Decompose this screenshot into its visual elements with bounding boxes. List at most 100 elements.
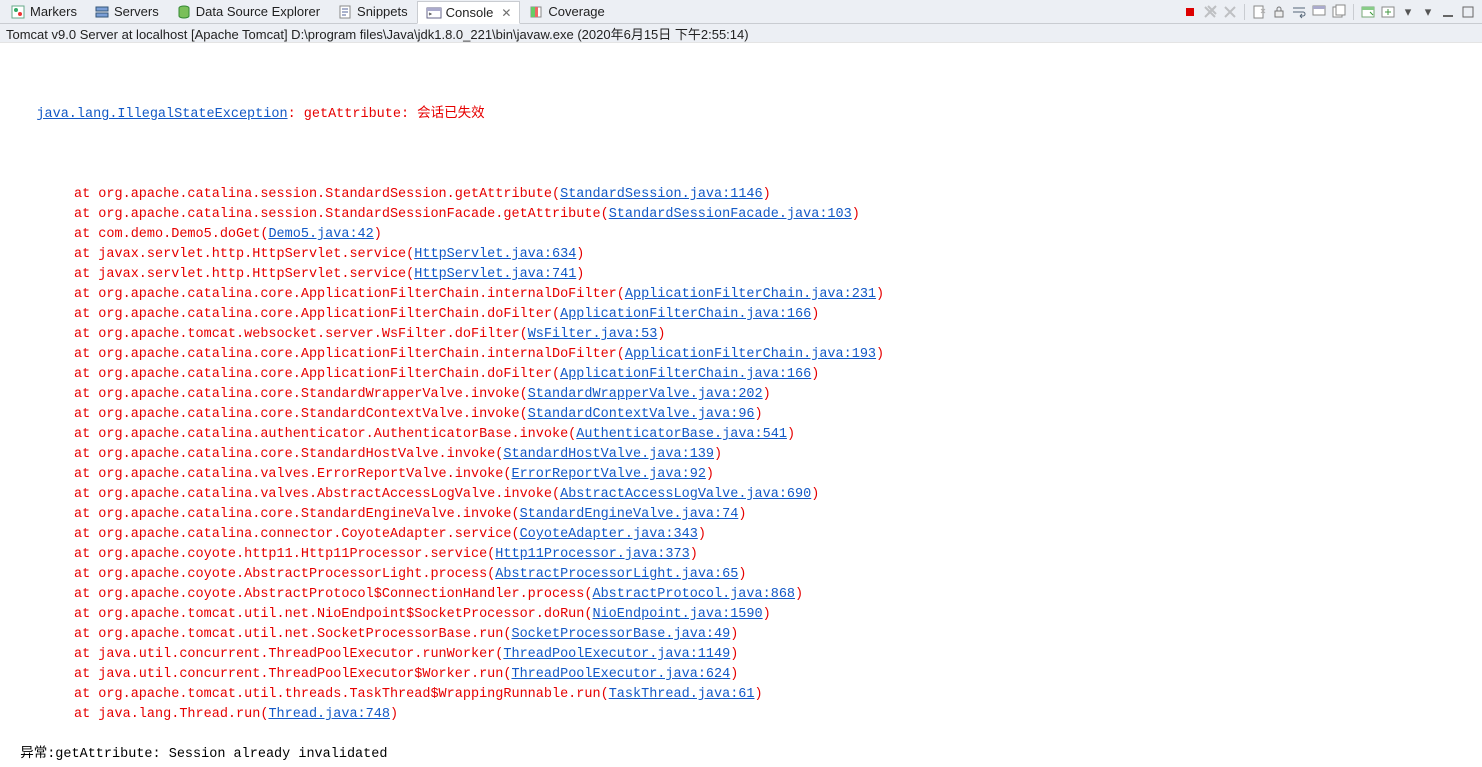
console-toolbar: ▾ ▾ bbox=[1182, 4, 1482, 20]
tab-datasource-explorer[interactable]: Data Source Explorer bbox=[168, 0, 329, 23]
stack-suffix: ) bbox=[576, 267, 584, 282]
stack-source-link[interactable]: HttpServlet.java:741 bbox=[414, 267, 576, 282]
tab-coverage[interactable]: Coverage bbox=[520, 0, 613, 23]
view-tab-bar: Markers Servers Data Source Explorer Sni… bbox=[0, 0, 1482, 24]
stack-suffix: ) bbox=[374, 227, 382, 242]
stacktrace-line: at org.apache.catalina.core.ApplicationF… bbox=[4, 305, 1478, 325]
exception-message: : getAttribute: 会话已失效 bbox=[288, 107, 485, 122]
stack-source-link[interactable]: HttpServlet.java:634 bbox=[414, 247, 576, 262]
view-menu-icon[interactable]: ▾ bbox=[1420, 4, 1436, 20]
stack-source-link[interactable]: StandardSessionFacade.java:103 bbox=[609, 207, 852, 222]
stack-source-link[interactable]: NioEndpoint.java:1590 bbox=[592, 607, 762, 622]
stack-suffix: ) bbox=[390, 707, 398, 722]
stack-prefix: at org.apache.coyote.http11.Http11Proces… bbox=[74, 547, 495, 562]
stack-suffix: ) bbox=[657, 327, 665, 342]
stacktrace-line: at org.apache.tomcat.util.net.SocketProc… bbox=[4, 625, 1478, 645]
stack-suffix: ) bbox=[787, 427, 795, 442]
stacktrace-line: at org.apache.catalina.valves.ErrorRepor… bbox=[4, 465, 1478, 485]
stack-prefix: at org.apache.coyote.AbstractProcessorLi… bbox=[74, 567, 495, 582]
stack-source-link[interactable]: ApplicationFilterChain.java:193 bbox=[625, 347, 876, 362]
stacktrace-line: at org.apache.coyote.AbstractProtocol$Co… bbox=[4, 585, 1478, 605]
stack-prefix: at org.apache.tomcat.util.net.NioEndpoin… bbox=[74, 607, 592, 622]
stack-prefix: at org.apache.catalina.core.ApplicationF… bbox=[74, 347, 625, 362]
tab-markers[interactable]: Markers bbox=[2, 0, 86, 23]
close-icon[interactable]: ✕ bbox=[497, 6, 511, 20]
stack-suffix: ) bbox=[738, 507, 746, 522]
stack-source-link[interactable]: AbstractProtocol.java:868 bbox=[592, 587, 795, 602]
stack-suffix: ) bbox=[811, 487, 819, 502]
stack-source-link[interactable]: AbstractProcessorLight.java:65 bbox=[495, 567, 738, 582]
tab-label: Console bbox=[446, 5, 494, 20]
stacktrace-line: at org.apache.catalina.core.ApplicationF… bbox=[4, 285, 1478, 305]
exception-class-link[interactable]: java.lang.IllegalStateException bbox=[36, 107, 287, 122]
stack-source-link[interactable]: ErrorReportValve.java:92 bbox=[511, 467, 705, 482]
stacktrace-line: at com.demo.Demo5.doGet(Demo5.java:42) bbox=[4, 225, 1478, 245]
stack-prefix: at org.apache.catalina.core.ApplicationF… bbox=[74, 307, 560, 322]
stack-source-link[interactable]: StandardContextValve.java:96 bbox=[528, 407, 755, 422]
stacktrace-line: at org.apache.catalina.authenticator.Aut… bbox=[4, 425, 1478, 445]
stack-suffix: ) bbox=[876, 287, 884, 302]
snippets-icon bbox=[337, 4, 353, 20]
terminate-button[interactable] bbox=[1182, 4, 1198, 20]
stack-source-link[interactable]: ApplicationFilterChain.java:166 bbox=[560, 367, 811, 382]
stacktrace-line: at org.apache.catalina.connector.CoyoteA… bbox=[4, 525, 1478, 545]
tab-label: Data Source Explorer bbox=[196, 4, 320, 19]
open-console-button[interactable] bbox=[1360, 4, 1376, 20]
stack-suffix: ) bbox=[763, 607, 771, 622]
stack-suffix: ) bbox=[755, 407, 763, 422]
word-wrap-button[interactable] bbox=[1291, 4, 1307, 20]
minimize-icon[interactable] bbox=[1440, 4, 1456, 20]
stack-source-link[interactable]: ApplicationFilterChain.java:166 bbox=[560, 307, 811, 322]
stack-source-link[interactable]: StandardEngineValve.java:74 bbox=[520, 507, 739, 522]
stacktrace-line: at org.apache.tomcat.util.net.NioEndpoin… bbox=[4, 605, 1478, 625]
tab-console[interactable]: Console ✕ bbox=[417, 1, 521, 24]
pin-console-button[interactable] bbox=[1311, 4, 1327, 20]
stack-source-link[interactable]: StandardSession.java:1146 bbox=[560, 187, 763, 202]
stack-source-link[interactable]: ThreadPoolExecutor.java:1149 bbox=[503, 647, 730, 662]
datasource-icon bbox=[176, 4, 192, 20]
stack-source-link[interactable]: SocketProcessorBase.java:49 bbox=[511, 627, 730, 642]
stack-prefix: at org.apache.tomcat.websocket.server.Ws… bbox=[74, 327, 528, 342]
scroll-lock-button[interactable] bbox=[1271, 4, 1287, 20]
coverage-icon bbox=[528, 4, 544, 20]
stack-suffix: ) bbox=[730, 647, 738, 662]
stack-suffix: ) bbox=[852, 207, 860, 222]
stack-source-link[interactable]: ApplicationFilterChain.java:231 bbox=[625, 287, 876, 302]
stack-source-link[interactable]: Demo5.java:42 bbox=[268, 227, 373, 242]
stacktrace-line: at java.lang.Thread.run(Thread.java:748) bbox=[4, 705, 1478, 725]
stack-suffix: ) bbox=[714, 447, 722, 462]
status-text: Tomcat v9.0 Server at localhost [Apache … bbox=[6, 24, 749, 43]
stack-suffix: ) bbox=[755, 687, 763, 702]
maximize-icon[interactable] bbox=[1460, 4, 1476, 20]
stack-source-link[interactable]: TaskThread.java:61 bbox=[609, 687, 755, 702]
dropdown-icon[interactable]: ▾ bbox=[1400, 4, 1416, 20]
stack-source-link[interactable]: Thread.java:748 bbox=[268, 707, 390, 722]
display-selected-button[interactable] bbox=[1331, 4, 1347, 20]
stack-prefix: at org.apache.catalina.valves.AbstractAc… bbox=[74, 487, 560, 502]
stacktrace-line: at org.apache.catalina.core.StandardHost… bbox=[4, 445, 1478, 465]
clear-console-button[interactable] bbox=[1251, 4, 1267, 20]
stack-source-link[interactable]: StandardHostValve.java:139 bbox=[503, 447, 714, 462]
stack-source-link[interactable]: StandardWrapperValve.java:202 bbox=[528, 387, 763, 402]
stack-source-link[interactable]: CoyoteAdapter.java:343 bbox=[520, 527, 698, 542]
stacktrace-line: at org.apache.tomcat.util.threads.TaskTh… bbox=[4, 685, 1478, 705]
console-output[interactable]: java.lang.IllegalStateException: getAttr… bbox=[0, 43, 1482, 767]
stack-suffix: ) bbox=[876, 347, 884, 362]
stack-source-link[interactable]: ThreadPoolExecutor.java:624 bbox=[511, 667, 730, 682]
new-console-view-button[interactable] bbox=[1380, 4, 1396, 20]
stack-source-link[interactable]: WsFilter.java:53 bbox=[528, 327, 658, 342]
stacktrace-line: at org.apache.catalina.valves.AbstractAc… bbox=[4, 485, 1478, 505]
stack-source-link[interactable]: AbstractAccessLogValve.java:690 bbox=[560, 487, 811, 502]
stack-prefix: at org.apache.catalina.authenticator.Aut… bbox=[74, 427, 576, 442]
stack-prefix: at javax.servlet.http.HttpServlet.servic… bbox=[74, 267, 414, 282]
stack-prefix: at java.util.concurrent.ThreadPoolExecut… bbox=[74, 647, 503, 662]
tab-servers[interactable]: Servers bbox=[86, 0, 168, 23]
tab-snippets[interactable]: Snippets bbox=[329, 0, 417, 23]
stack-source-link[interactable]: Http11Processor.java:373 bbox=[495, 547, 689, 562]
stacktrace-line: at org.apache.catalina.core.ApplicationF… bbox=[4, 345, 1478, 365]
stacktrace-line: at java.util.concurrent.ThreadPoolExecut… bbox=[4, 665, 1478, 685]
stack-prefix: at org.apache.catalina.core.StandardWrap… bbox=[74, 387, 528, 402]
stack-source-link[interactable]: AuthenticatorBase.java:541 bbox=[576, 427, 787, 442]
stacktrace-line: at javax.servlet.http.HttpServlet.servic… bbox=[4, 245, 1478, 265]
stack-prefix: at java.util.concurrent.ThreadPoolExecut… bbox=[74, 667, 511, 682]
